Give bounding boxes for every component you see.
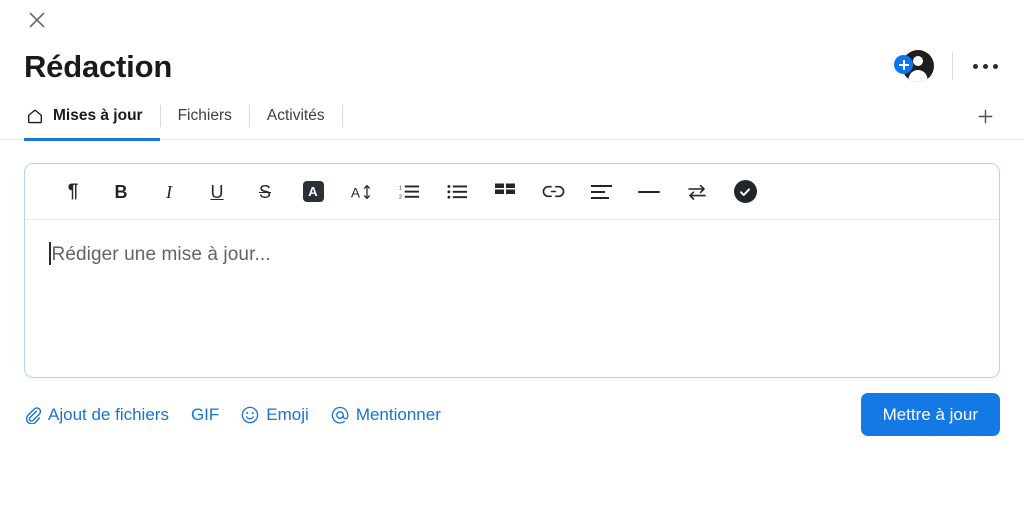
tab-bar: Mises à jour Fichiers Activités [0, 92, 1024, 141]
rich-text-composer: ¶ B I U S A A 1 2 Rédiger une mise à jou… [24, 163, 1000, 378]
attachment-actions: Ajout de fichiers GIF Emoji Mentionner [24, 405, 441, 425]
close-row [24, 0, 1000, 40]
home-icon [26, 107, 44, 125]
swap-arrows-button[interactable] [673, 172, 721, 212]
gif-button[interactable]: GIF [191, 405, 219, 425]
pilcrow-icon: ¶ [67, 181, 79, 202]
update-text-editor[interactable]: Rédiger une mise à jour... [25, 220, 999, 377]
tab-mises-a-jour[interactable]: Mises à jour [24, 92, 160, 141]
ordered-list-button[interactable]: 1 2 [385, 172, 433, 212]
horizontal-rule-button[interactable] [625, 172, 673, 212]
title-row: Rédaction [24, 40, 1000, 92]
table-icon [494, 183, 516, 200]
tab-separator [341, 105, 343, 127]
editor-placeholder: Rédiger une mise à jour... [51, 244, 271, 265]
plus-badge-icon [894, 55, 913, 74]
more-dot [983, 63, 988, 69]
avatar-head [913, 56, 923, 66]
table-button[interactable] [481, 172, 529, 212]
align-left-icon [590, 184, 612, 200]
text-caret [49, 242, 51, 265]
svg-text:2: 2 [399, 194, 402, 200]
bold-button[interactable]: B [97, 172, 145, 212]
smiley-icon [241, 406, 259, 424]
mention-button[interactable]: Mentionner [331, 405, 441, 425]
add-tab-button[interactable] [970, 92, 1000, 140]
tab-fichiers[interactable]: Fichiers [161, 92, 249, 140]
add-files-label: Ajout de fichiers [48, 404, 169, 424]
tab-label: Fichiers [177, 107, 232, 124]
add-person-icon[interactable] [894, 48, 934, 84]
check-circle-button[interactable] [721, 172, 769, 212]
link-icon [542, 183, 565, 200]
emoji-button[interactable]: Emoji [241, 405, 309, 425]
more-dot [993, 63, 998, 69]
font-size-button[interactable]: A [337, 172, 385, 212]
more-options-icon[interactable] [971, 58, 1000, 75]
swap-arrows-icon [686, 183, 708, 201]
more-dot [973, 63, 978, 69]
underline-icon: U [210, 181, 224, 202]
text-color-icon: A [302, 181, 324, 202]
composer-section: ¶ B I U S A A 1 2 Rédiger une mise à jou… [0, 140, 1024, 378]
svg-text:1: 1 [399, 185, 402, 191]
emoji-label: Emoji [266, 404, 309, 424]
tab-list: Mises à jour Fichiers Activités [24, 92, 343, 141]
align-text-button[interactable] [577, 172, 625, 212]
strikethrough-button[interactable]: S [241, 172, 289, 212]
add-files-button[interactable]: Ajout de fichiers [24, 405, 169, 425]
bullet-list-icon [446, 183, 468, 201]
bulleted-list-button[interactable] [433, 172, 481, 212]
close-icon[interactable] [24, 7, 50, 33]
composer-footer: Ajout de fichiers GIF Emoji Mentionner M… [0, 378, 1024, 436]
underline-button[interactable]: U [193, 172, 241, 212]
italic-button[interactable]: I [145, 172, 193, 212]
submit-update-button[interactable]: Mettre à jour [860, 393, 1000, 436]
italic-icon: I [166, 181, 172, 202]
gif-label: GIF [190, 404, 220, 424]
formatting-toolbar: ¶ B I U S A A 1 2 [25, 164, 999, 220]
tab-activites[interactable]: Activités [250, 92, 342, 140]
tab-label: Mises à jour [53, 107, 143, 124]
check-circle-icon [733, 180, 757, 203]
tab-label: Activités [266, 107, 325, 124]
paperclip-icon [24, 406, 41, 424]
at-sign-icon [331, 406, 349, 424]
dialog-header: Rédaction [0, 0, 1024, 92]
page-title: Rédaction [24, 48, 173, 84]
mention-label: Mentionner [355, 404, 441, 424]
header-divider [952, 52, 953, 80]
strikethrough-icon: S [258, 181, 271, 202]
ordered-list-icon: 1 2 [399, 183, 420, 201]
svg-text:A: A [351, 185, 361, 200]
text-highlight-button[interactable]: A [289, 172, 337, 212]
avatar-body [908, 70, 928, 82]
paragraph-format-button[interactable]: ¶ [49, 172, 97, 212]
font-size-icon: A [350, 182, 372, 202]
header-actions [894, 48, 1000, 84]
link-button[interactable] [529, 172, 577, 212]
horizontal-rule-icon [638, 187, 660, 197]
bold-icon: B [114, 181, 128, 202]
